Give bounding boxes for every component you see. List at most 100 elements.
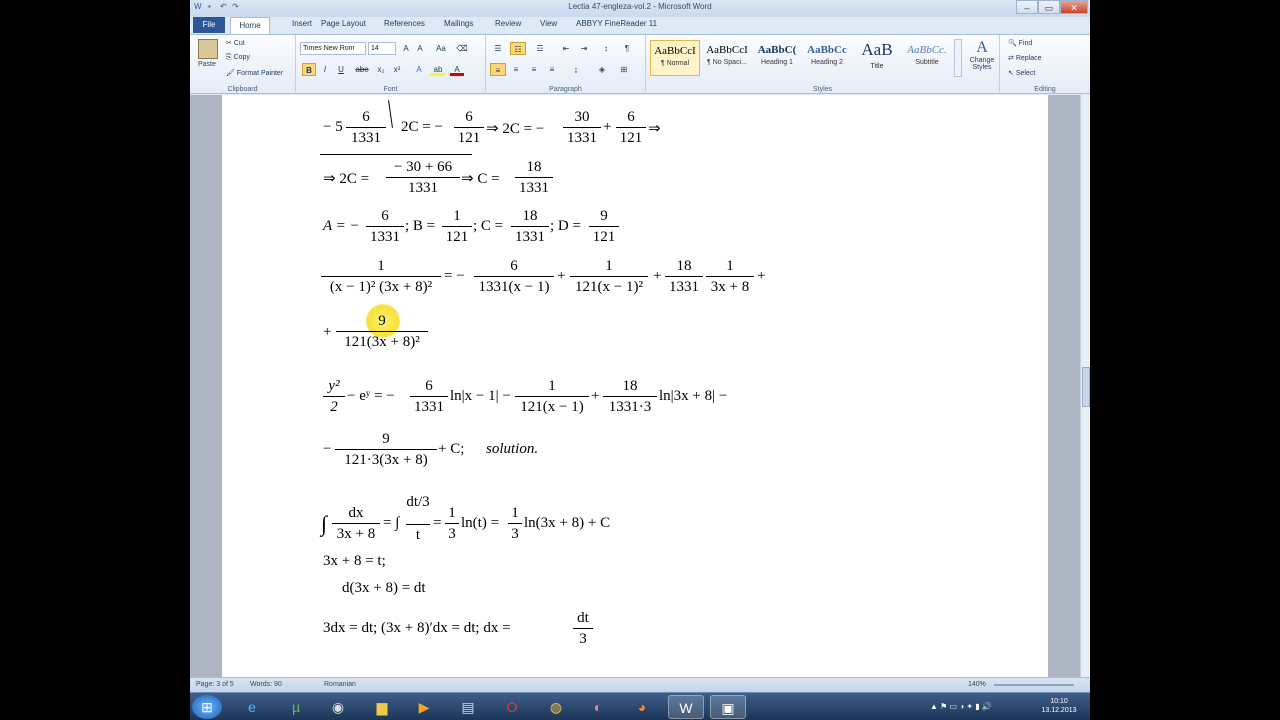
- math-text: +: [603, 119, 612, 135]
- fraction: 6 121: [454, 107, 484, 148]
- highlight-button[interactable]: ab: [430, 63, 446, 76]
- math-text: − eʸ = −: [347, 388, 395, 404]
- utorrent-icon[interactable]: µ: [278, 695, 314, 719]
- find-button[interactable]: 🔍 Find: [1008, 39, 1032, 47]
- style-no-spacing[interactable]: AaBbCcI ¶ No Spaci...: [702, 40, 752, 76]
- tab-insert[interactable]: Insert: [292, 19, 312, 28]
- tab-file[interactable]: File: [193, 17, 225, 33]
- language[interactable]: Romanian: [324, 681, 356, 688]
- format-painter-button[interactable]: 🖌 Format Painter: [226, 69, 283, 77]
- tray-icons[interactable]: ▲ ⚑ ▭ ◑ ✦ ▮ 🔊: [930, 702, 992, 711]
- folder-icon[interactable]: ▆: [364, 695, 400, 719]
- fraction: 13: [508, 503, 522, 544]
- subscript-button[interactable]: x₂: [374, 63, 388, 76]
- bold-button[interactable]: B: [302, 63, 316, 76]
- copy-button[interactable]: ⎘ Copy: [226, 54, 250, 62]
- app-icon[interactable]: ◐: [580, 695, 616, 719]
- tab-home[interactable]: Home: [230, 17, 270, 34]
- fraction: 6 121: [616, 107, 646, 148]
- paste-icon[interactable]: [198, 39, 218, 59]
- style-heading-2[interactable]: AaBbCc Heading 2: [802, 40, 852, 76]
- change-case-button[interactable]: Aa: [432, 42, 450, 55]
- math-text: ln|x − 1| −: [450, 388, 511, 404]
- styles-scroll[interactable]: [954, 39, 962, 77]
- numerator: dx: [348, 505, 364, 521]
- align-center-button[interactable]: ≡: [508, 63, 524, 76]
- firefox-icon[interactable]: ◕: [624, 695, 660, 719]
- superscript-button[interactable]: x²: [390, 63, 404, 76]
- page-count[interactable]: Page: 3 of 5: [196, 681, 234, 688]
- save-app-icon[interactable]: ▤: [450, 695, 486, 719]
- media-icon[interactable]: ◉: [320, 695, 356, 719]
- numerator: 18: [522, 208, 538, 224]
- font-color-button[interactable]: A: [450, 63, 464, 76]
- grow-font-button[interactable]: A: [400, 42, 412, 55]
- shrink-font-button[interactable]: A: [414, 42, 426, 55]
- bullets-button[interactable]: ☰: [490, 42, 506, 55]
- close-button[interactable]: ✕: [1060, 0, 1088, 14]
- zoom-level[interactable]: 140%: [968, 681, 986, 688]
- font-family-select[interactable]: Times New Rom: [300, 42, 366, 55]
- numerator: 1: [448, 505, 456, 521]
- fraction: 9 121: [589, 206, 619, 247]
- opera-icon[interactable]: O: [494, 695, 530, 719]
- change-styles-label: Change Styles: [969, 57, 995, 71]
- paste-button[interactable]: Paste: [198, 61, 216, 68]
- show-marks-button[interactable]: ¶: [620, 42, 634, 55]
- text-effects-button[interactable]: A: [412, 63, 426, 76]
- fraction: 9 121(3x + 8)²: [336, 311, 428, 352]
- zoom-slider[interactable]: [994, 684, 1074, 686]
- word-count[interactable]: Words: 90: [250, 681, 282, 688]
- denominator: 1331: [519, 180, 549, 196]
- underline-button[interactable]: U: [334, 63, 348, 76]
- style-normal[interactable]: AaBbCcI ¶ Normal: [650, 40, 700, 76]
- fraction: 13: [445, 503, 459, 544]
- chrome-icon[interactable]: ◍: [538, 695, 574, 719]
- tab-mailings[interactable]: Mailings: [444, 19, 473, 28]
- tab-view[interactable]: View: [540, 19, 557, 28]
- sort-button[interactable]: ↕: [598, 42, 614, 55]
- start-button[interactable]: ⊞: [192, 695, 222, 719]
- word-taskbar-icon[interactable]: W: [668, 695, 704, 719]
- align-right-button[interactable]: ≡: [526, 63, 542, 76]
- vertical-scrollbar-thumb[interactable]: [1082, 367, 1090, 407]
- denominator: 1331: [408, 180, 438, 196]
- font-group: Times New Rom 14 A A Aa ⌫ B I U abe x₂ x…: [296, 35, 486, 94]
- increase-indent-button[interactable]: ⇥: [576, 42, 592, 55]
- shading-button[interactable]: ◈: [594, 63, 610, 76]
- line-spacing-button[interactable]: ↨: [568, 63, 584, 76]
- tab-page-layout[interactable]: Page Layout: [321, 19, 366, 28]
- italic-button[interactable]: I: [318, 63, 332, 76]
- tab-review[interactable]: Review: [495, 19, 521, 28]
- tab-abbyy[interactable]: ABBYY FineReader 11: [576, 19, 657, 28]
- recorder-icon[interactable]: ▣: [710, 695, 746, 719]
- strikethrough-button[interactable]: abe: [354, 63, 370, 76]
- fraction: 1 121: [442, 206, 472, 247]
- replace-button[interactable]: ⇄ Replace: [1008, 54, 1042, 62]
- decrease-indent-button[interactable]: ⇤: [558, 42, 574, 55]
- tab-references[interactable]: References: [384, 19, 425, 28]
- change-styles-button[interactable]: A Change Styles: [966, 39, 998, 71]
- clear-format-icon[interactable]: ⌫: [456, 42, 468, 55]
- font-size-select[interactable]: 14: [368, 42, 396, 55]
- style-subtitle[interactable]: AaBbCc. Subtitle: [902, 40, 952, 76]
- align-left-button[interactable]: ≡: [490, 63, 506, 76]
- justify-button[interactable]: ≡: [544, 63, 560, 76]
- clock[interactable]: 10:10 13.12.2013: [1034, 697, 1084, 715]
- numbering-button[interactable]: ☷: [510, 42, 526, 55]
- multilevel-list-button[interactable]: ☲: [532, 42, 548, 55]
- denominator: 1331·3: [608, 399, 652, 415]
- denominator: 121(x − 1)²: [575, 279, 643, 295]
- math-text: ; D =: [550, 218, 581, 234]
- style-title[interactable]: AaB Title: [852, 40, 902, 76]
- maximize-button[interactable]: ▭: [1038, 0, 1060, 14]
- select-button[interactable]: ↖ Select: [1008, 69, 1035, 77]
- minimize-button[interactable]: –: [1016, 0, 1038, 14]
- ie-icon[interactable]: e: [234, 695, 270, 719]
- style-heading-1[interactable]: AaBbC( Heading 1: [752, 40, 802, 76]
- vertical-scrollbar[interactable]: [1080, 95, 1090, 677]
- cut-button[interactable]: ✂ Cut: [226, 39, 245, 47]
- borders-button[interactable]: ⊞: [616, 63, 632, 76]
- media-player-icon[interactable]: ▶: [406, 695, 442, 719]
- cut-label: Cut: [233, 40, 245, 47]
